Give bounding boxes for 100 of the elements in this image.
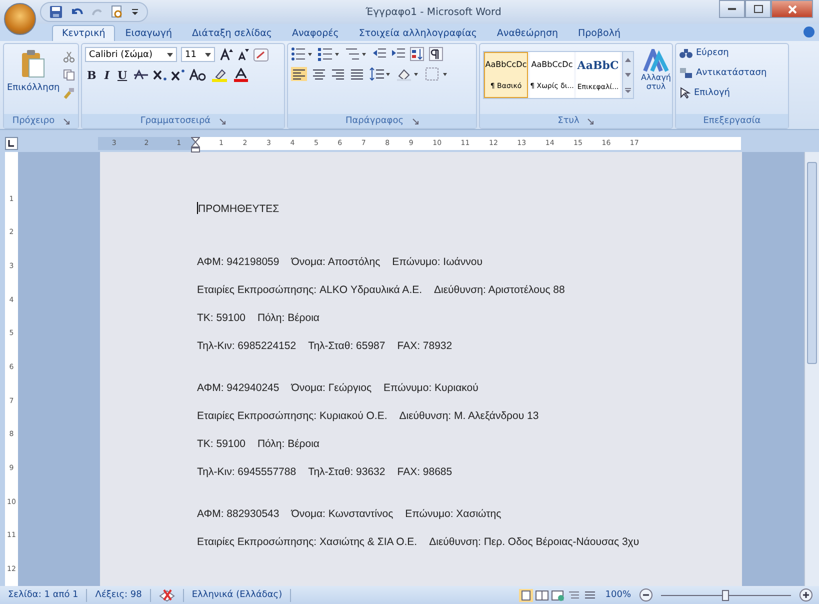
style-preview: AaBbC [577, 58, 619, 72]
zoom-out-icon[interactable] [639, 588, 653, 602]
page-count[interactable]: Σελίδα: 1 από 1 [8, 590, 78, 600]
align-left-icon[interactable] [291, 67, 307, 81]
document-line: ΑΦΜ: 942940245 Όνομα: Γεώργιος Επώνυμο: Κυριακού [197, 382, 480, 394]
group-label: Πρόχειρο [12, 116, 55, 126]
copy-icon[interactable] [62, 69, 75, 81]
multilevel-list-icon[interactable] [345, 47, 367, 61]
dialog-launcher-icon[interactable] [62, 118, 70, 124]
close-button[interactable] [771, 0, 813, 18]
bullets-icon[interactable] [291, 47, 313, 61]
caret-icon [167, 52, 173, 56]
pilcrow-icon[interactable] [429, 47, 443, 61]
document-line: Εταιρίες Εκπροσώπησης: ALKO Υδραυλικά Α.Ε. Διεύθυνση: Αριστοτέλους 88 [197, 284, 566, 296]
editing-command[interactable]: Επιλογή [679, 86, 785, 100]
zoom-in-icon[interactable] [799, 588, 813, 602]
minimize-button[interactable] [719, 0, 745, 18]
vertical-scrollbar[interactable] [804, 152, 819, 586]
font-size-dropdown[interactable]: 11 [181, 47, 215, 62]
ribbon-tab[interactable]: Εισαγωγή [115, 25, 182, 41]
print-layout-icon[interactable] [519, 588, 534, 602]
close-icon [788, 4, 796, 14]
clipboard-icon [20, 49, 46, 79]
subscript-icon[interactable] [153, 69, 168, 81]
ribbon-tab[interactable]: Στοιχεία αλληλογραφίας [348, 25, 487, 41]
document-line: Τηλ-Κιν: 6945557788 Τηλ-Σταθ: 93632 FAX: 98685 [197, 466, 454, 478]
language-status[interactable]: Ελληνικά (Ελλάδας) [192, 590, 282, 600]
shrink-font-icon[interactable] [237, 48, 249, 62]
more-icon[interactable] [625, 88, 631, 92]
sort-icon[interactable] [410, 47, 424, 61]
font-name-dropdown[interactable]: Calibri (Σώμα) [85, 47, 177, 62]
document-line: Εταιρίες Εκπροσώπησης: Χασιώτης & ΣΙΑ Ο.Ε. Διεύθυνση: Περ. Οδος Βέροιας-Νάουσας 3χυ [197, 536, 640, 548]
change-case-icon[interactable] [189, 69, 208, 81]
document-heading: ΠΡΟΜΗΘΕΥΤΕΣ [197, 202, 280, 215]
replace-icon [679, 67, 693, 79]
gallery-scroll[interactable] [622, 52, 633, 98]
change-styles-button[interactable]: Αλλαγή στυλ [637, 47, 672, 111]
scroll-down-icon[interactable] [625, 72, 631, 76]
office-button[interactable] [4, 3, 36, 35]
reading-layout-icon[interactable] [535, 588, 550, 602]
paste-button[interactable]: Επικόλληση [7, 47, 60, 111]
justify-icon[interactable] [350, 67, 364, 81]
zoom-slider-thumb[interactable] [722, 590, 729, 600]
dialog-launcher-icon[interactable] [587, 118, 594, 124]
save-icon[interactable] [49, 5, 63, 19]
minimize-icon [728, 8, 736, 10]
font-color-icon[interactable] [233, 68, 250, 82]
format-button[interactable]: U [115, 68, 130, 82]
scroll-up-icon[interactable] [625, 58, 631, 62]
format-button[interactable]: I [102, 68, 112, 82]
document-line: ΤΚ: 59100 Πόλη: Βέροια [197, 312, 320, 324]
window-title: Έγγραφο1 - Microsoft Word [364, 6, 502, 18]
scissors-icon[interactable] [62, 51, 75, 63]
ribbon-tab[interactable]: Προβολή [568, 25, 631, 41]
shading-icon[interactable] [396, 67, 420, 81]
ribbon-tab[interactable]: Αναφορές [282, 25, 349, 41]
format-button[interactable]: B [85, 68, 98, 82]
help-icon[interactable] [803, 26, 815, 38]
document-line: Τηλ-Κιν: 6985224152 Τηλ-Σταθ: 65987 FAX: 78932 [197, 340, 454, 352]
document-line: ΑΦΜ: 882930543 Όνομα: Κωνσταντίνος Επώνυμο: Χασιώτης [197, 508, 502, 520]
zoom-level[interactable]: 100% [605, 590, 631, 600]
group-label: Γραμματοσειρά [140, 116, 211, 126]
customize-toolbar-icon[interactable] [131, 7, 139, 17]
print-preview-icon[interactable] [110, 5, 124, 19]
align-center-icon[interactable] [312, 67, 326, 81]
ribbon-tab[interactable]: Αναθεώρηση [486, 25, 568, 41]
dialog-launcher-icon[interactable] [218, 118, 226, 124]
indent-marker-icon[interactable] [191, 136, 200, 152]
maximize-button[interactable] [745, 0, 771, 18]
group-label: Επεξεργασία [703, 116, 761, 126]
line-spacing-icon[interactable] [369, 67, 391, 81]
tab-selector-icon[interactable] [5, 136, 18, 150]
document-line: ΤΚ: 59100 Πόλη: Βέροια [197, 438, 320, 450]
binoculars-icon [679, 47, 693, 59]
cursor-icon [679, 87, 691, 99]
scrollbar-thumb[interactable] [807, 162, 817, 364]
clear-formatting-icon[interactable] [253, 48, 269, 62]
grow-font-icon[interactable] [219, 48, 233, 62]
editing-command[interactable]: Εύρεση [679, 46, 785, 60]
superscript-icon[interactable] [171, 69, 186, 81]
ribbon-tab[interactable]: Κεντρική [52, 25, 116, 41]
maximize-icon [754, 5, 762, 13]
dialog-launcher-icon[interactable] [412, 118, 419, 124]
document-line: ΑΦΜ: 942198059 Όνομα: Αποστόλης Επώνυμο: Ιωάννου [197, 256, 484, 268]
draft-icon[interactable] [583, 588, 598, 602]
proofing-icon[interactable] [158, 588, 175, 602]
outline-icon[interactable] [567, 588, 582, 602]
styles-letters-icon [643, 49, 669, 73]
word-count[interactable]: Λέξεις: 98 [95, 590, 142, 600]
numbering-icon[interactable] [318, 47, 340, 61]
align-right-icon[interactable] [331, 67, 345, 81]
web-layout-icon[interactable] [551, 588, 566, 602]
group-label: Στυλ [558, 116, 580, 126]
style-preview: AaBbCcDc [485, 60, 527, 69]
group-label: Παράγραφος [345, 116, 404, 126]
caret-icon [205, 52, 211, 56]
highlight-icon[interactable] [211, 68, 230, 82]
editing-command[interactable]: Αντικατάσταση [679, 66, 785, 80]
strikethrough-icon[interactable] [133, 69, 150, 81]
ribbon-tab[interactable]: Διάταξη σελίδας [182, 25, 282, 41]
